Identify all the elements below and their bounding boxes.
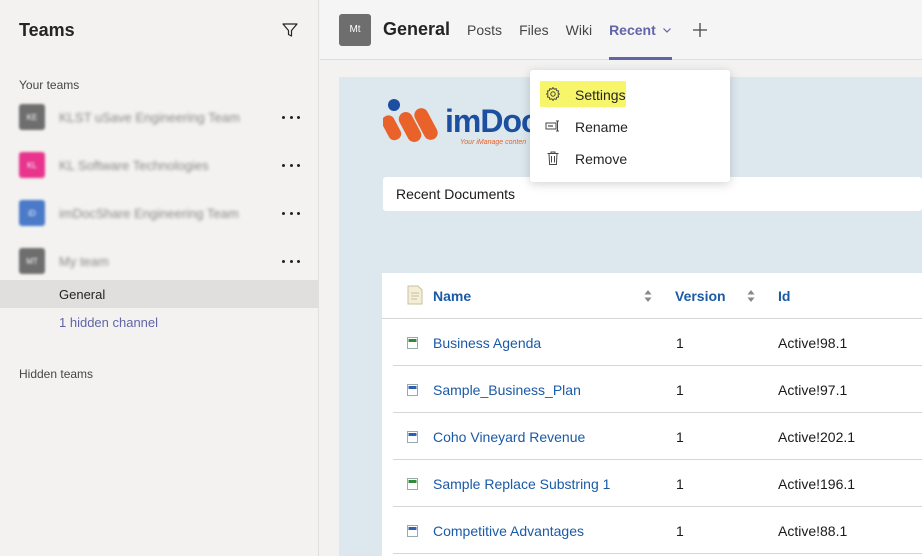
menu-item-label: Settings xyxy=(575,87,626,103)
rename-icon xyxy=(545,120,559,132)
word-file-icon xyxy=(407,525,418,537)
id-cell: Active!98.1 xyxy=(778,335,848,351)
tab-options-menu: Settings Rename Remove xyxy=(530,70,730,182)
channel-avatar: Mt xyxy=(339,13,371,46)
document-link[interactable]: Coho Vineyard Revenue xyxy=(433,429,585,445)
recent-documents-header: Recent Documents xyxy=(383,177,922,211)
add-tab-icon[interactable] xyxy=(692,22,708,38)
version-cell: 1 xyxy=(676,476,684,492)
channel-title: General xyxy=(383,19,451,39)
id-cell: Active!97.1 xyxy=(778,382,848,398)
menu-item-label: Remove xyxy=(575,151,628,167)
sidebar-title: Teams xyxy=(19,19,75,40)
sidebar-header: Teams xyxy=(0,0,318,60)
menu-item-settings[interactable]: Settings xyxy=(530,79,730,109)
document-link[interactable]: Competitive Advantages xyxy=(433,523,584,539)
document-link[interactable]: Sample_Business_Plan xyxy=(433,382,581,398)
team-name: KL Software Technologies xyxy=(59,157,209,173)
table-header: Name Version Id xyxy=(382,273,922,319)
team-name: My team xyxy=(59,253,109,269)
trash-icon xyxy=(547,151,559,165)
team-avatar: iD xyxy=(19,200,45,226)
tab-recent[interactable]: Recent xyxy=(609,0,672,60)
teams-sidebar: Teams Your teams KE KLST uSave Engineeri… xyxy=(0,0,319,556)
gear-icon xyxy=(546,87,560,101)
menu-item-remove[interactable]: Remove xyxy=(530,143,730,173)
document-icon xyxy=(407,285,423,305)
team-avatar: MT xyxy=(19,248,45,274)
table-row[interactable]: Competitive Advantages 1 Active!88.1 xyxy=(393,507,922,554)
team-row[interactable]: KL KL Software Technologies xyxy=(0,141,319,189)
logo-text: imDoc xyxy=(445,103,539,139)
menu-item-label: Rename xyxy=(575,119,628,135)
hidden-channel-link[interactable]: 1 hidden channel xyxy=(0,308,319,336)
version-cell: 1 xyxy=(676,335,684,351)
logo-tagline: Your iManage conten xyxy=(460,139,527,146)
document-link[interactable]: Sample Replace Substring 1 xyxy=(433,476,610,492)
team-avatar: KL xyxy=(19,152,45,178)
documents-table: Name Version Id Business Agenda 1 Active… xyxy=(382,273,922,556)
sort-icon[interactable] xyxy=(644,289,652,303)
team-row[interactable]: KE KLST uSave Engineering Team xyxy=(0,93,319,141)
hidden-teams-label[interactable]: Hidden teams xyxy=(19,367,93,381)
your-teams-label: Your teams xyxy=(19,78,80,92)
table-row[interactable]: Sample_Business_Plan 1 Active!97.1 xyxy=(393,366,922,413)
table-row[interactable]: Sample Replace Substring 1 1 Active!196.… xyxy=(393,460,922,507)
more-options-icon[interactable] xyxy=(282,206,300,220)
version-cell: 1 xyxy=(676,382,684,398)
excel-file-icon xyxy=(407,337,418,349)
channel-general[interactable]: General xyxy=(0,280,319,308)
tab-posts[interactable]: Posts xyxy=(467,0,502,60)
word-file-icon xyxy=(407,384,418,396)
tab-files[interactable]: Files xyxy=(519,0,549,60)
more-options-icon[interactable] xyxy=(282,254,300,268)
team-row[interactable]: MT My team xyxy=(0,237,319,285)
team-name: KLST uSave Engineering Team xyxy=(59,109,240,125)
more-options-icon[interactable] xyxy=(282,110,300,124)
menu-item-rename[interactable]: Rename xyxy=(530,111,730,141)
table-row[interactable]: Coho Vineyard Revenue 1 Active!202.1 xyxy=(393,413,922,460)
version-cell: 1 xyxy=(676,429,684,445)
id-cell: Active!196.1 xyxy=(778,476,856,492)
document-link[interactable]: Business Agenda xyxy=(433,335,541,351)
channel-header: Mt General Posts Files Wiki Recent xyxy=(320,0,922,60)
table-row[interactable]: Business Agenda 1 Active!98.1 xyxy=(393,319,922,366)
chevron-down-icon xyxy=(662,27,671,33)
id-cell: Active!88.1 xyxy=(778,523,848,539)
more-options-icon[interactable] xyxy=(282,158,300,172)
imdoc-logo: imDoc Your iManage conten xyxy=(383,97,543,153)
logo-mark-icon xyxy=(383,99,438,142)
tab-recent-label: Recent xyxy=(609,21,656,38)
column-header-name[interactable]: Name xyxy=(433,288,471,304)
tab-wiki[interactable]: Wiki xyxy=(566,0,592,60)
team-avatar: KE xyxy=(19,104,45,130)
column-header-version[interactable]: Version xyxy=(675,288,726,304)
team-row[interactable]: iD imDocShare Engineering Team xyxy=(0,189,319,237)
column-header-id[interactable]: Id xyxy=(778,288,790,304)
id-cell: Active!202.1 xyxy=(778,429,856,445)
word-file-icon xyxy=(407,431,418,443)
version-cell: 1 xyxy=(676,523,684,539)
excel-file-icon xyxy=(407,478,418,490)
sort-icon[interactable] xyxy=(747,289,755,303)
filter-icon[interactable] xyxy=(280,20,300,40)
team-name: imDocShare Engineering Team xyxy=(59,205,239,221)
